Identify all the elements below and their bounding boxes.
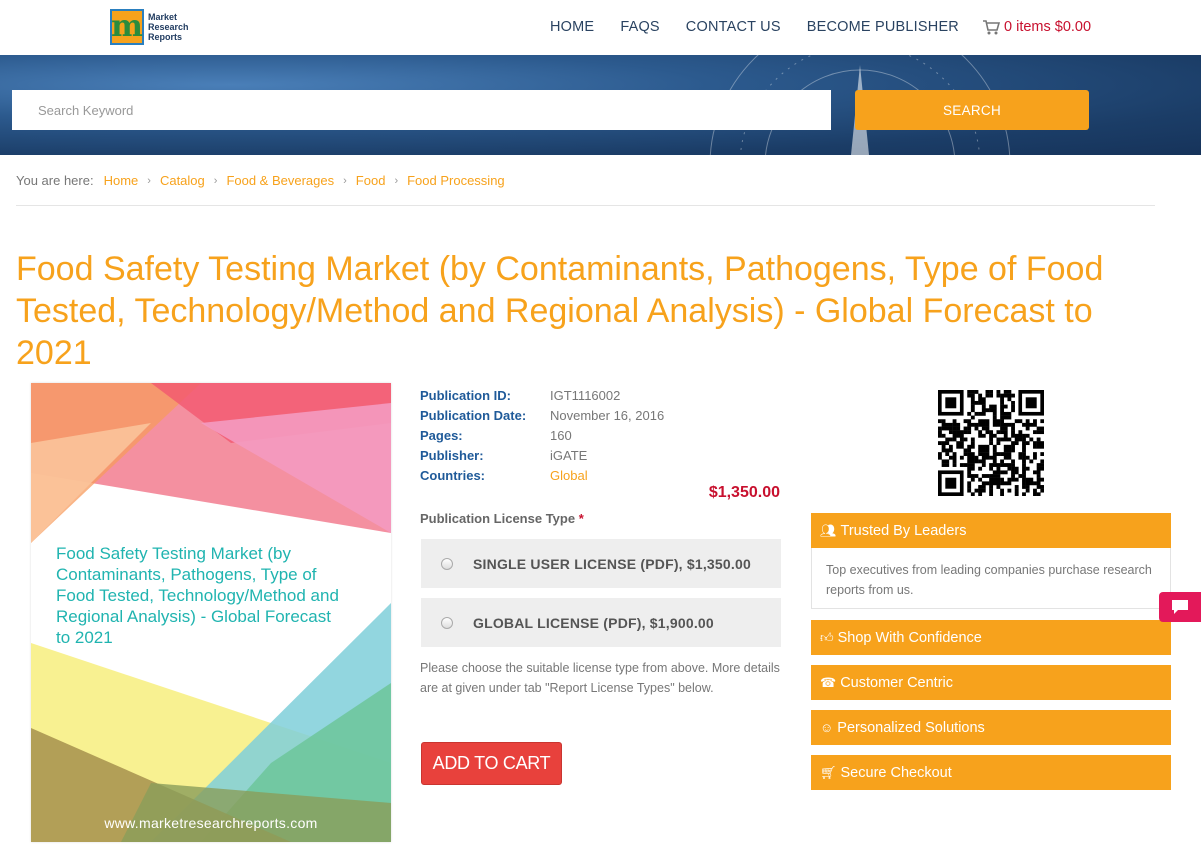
logo-line: Research	[148, 22, 189, 32]
divider	[16, 205, 1155, 206]
customer-centric-header[interactable]: ☎ Customer Centric	[811, 665, 1171, 700]
license-option-global[interactable]: GLOBAL LICENSE (PDF), $1,900.00	[421, 598, 781, 647]
shop-with-confidence-header[interactable]: 👍︎ Shop With Confidence	[811, 620, 1171, 655]
nav-become-publisher[interactable]: BECOME PUBLISHER	[807, 19, 959, 35]
site-header: m Market Research Reports HOME FAQS CONT…	[0, 0, 1201, 55]
trusted-by-leaders-body: Top executives from leading companies pu…	[811, 548, 1171, 609]
nav-faqs[interactable]: FAQS	[620, 19, 659, 35]
meta-row: Countries: Global	[420, 465, 664, 485]
meta-key: Countries:	[420, 467, 485, 483]
meta-value: iGATE	[550, 447, 588, 463]
chevron-right-icon: ›	[343, 174, 347, 187]
meta-key: Publisher:	[420, 447, 484, 463]
personalized-solutions-header[interactable]: ☺ Personalized Solutions	[811, 710, 1171, 745]
personalized-solutions-box: ☺ Personalized Solutions	[811, 710, 1171, 745]
breadcrumb-food-beverages[interactable]: Food & Beverages	[226, 173, 334, 188]
side-title: Personalized Solutions	[837, 719, 985, 736]
search-banner: SEARCH	[0, 55, 1201, 155]
license-option-label: GLOBAL LICENSE (PDF), $1,900.00	[473, 614, 714, 631]
logo-line: Reports	[148, 32, 183, 42]
cover-title: Food Safety Testing Market (by Contamina…	[56, 544, 339, 647]
secure-checkout-header[interactable]: 🛒︎ Secure Checkout	[811, 755, 1171, 790]
logo-text: Market Research Reports	[148, 12, 196, 42]
add-to-cart-button[interactable]: ADD TO CART	[421, 742, 562, 785]
page-title: Food Safety Testing Market (by Contamina…	[16, 250, 1104, 372]
chevron-right-icon: ›	[213, 174, 218, 187]
customer-centric-box: ☎ Customer Centric	[811, 665, 1171, 700]
trusted-by-leaders-header: 👥︎ Trusted By Leaders	[811, 513, 1171, 548]
meta-key: Publication ID:	[420, 387, 511, 403]
publication-meta: Publication ID: IGT1116002 Publication D…	[420, 385, 664, 485]
chevron-right-icon: ›	[394, 174, 399, 187]
license-option-single-user[interactable]: SINGLE USER LICENSE (PDF), $1,350.00	[421, 539, 781, 588]
main-nav: HOME FAQS CONTACT US BECOME PUBLISHER	[550, 19, 985, 35]
chevron-right-icon: ›	[147, 174, 151, 187]
breadcrumb-food[interactable]: Food	[356, 173, 386, 188]
nav-home[interactable]: HOME	[550, 19, 594, 35]
site-logo[interactable]: m Market Research Reports	[110, 9, 196, 45]
nav-contact-us[interactable]: CONTACT US	[686, 19, 781, 35]
license-option-label: SINGLE USER LICENSE (PDF), $1,350.00	[473, 555, 751, 572]
meta-value: 160	[550, 427, 572, 443]
cart-summary: 0 items $0.00	[1004, 19, 1092, 35]
secure-checkout-box: 🛒︎ Secure Checkout	[811, 755, 1171, 790]
meta-value: IGT1116002	[550, 387, 621, 403]
cart-icon: 🛒︎	[820, 764, 837, 780]
license-note: Please choose the suitable license type …	[420, 661, 780, 695]
side-title: Customer Centric	[840, 674, 954, 691]
phone-icon: ☎	[820, 674, 837, 690]
smile-icon: ☺	[820, 720, 834, 735]
side-title: Trusted By Leaders	[840, 522, 967, 539]
meta-row: Publication Date: November 16, 2016	[420, 405, 664, 425]
meta-row: Pages: 160	[420, 425, 664, 445]
meta-row: Publisher: iGATE	[420, 445, 664, 465]
breadcrumb-lead: You are here:	[16, 173, 94, 188]
meta-value: November 16, 2016	[550, 407, 665, 423]
required-mark: *	[578, 511, 584, 526]
price: $1,350.00	[708, 484, 780, 501]
search-button[interactable]: SEARCH	[855, 90, 1089, 130]
side-title: Shop With Confidence	[837, 629, 982, 646]
meta-row: Publication ID: IGT1116002	[420, 385, 664, 405]
qr-code	[938, 390, 1044, 496]
meta-key: Pages:	[420, 427, 463, 443]
logo-line: Market	[148, 12, 178, 22]
header-cart[interactable]: 0 items $0.00	[982, 19, 1091, 35]
chat-bubble-icon	[1172, 600, 1188, 614]
breadcrumb-catalog[interactable]: Catalog	[160, 173, 205, 188]
breadcrumb: You are here: Home › Catalog › Food & Be…	[16, 173, 505, 188]
license-radio[interactable]	[441, 616, 453, 629]
breadcrumb-food-processing[interactable]: Food Processing	[407, 173, 505, 188]
shop-with-confidence-box: 👍︎ Shop With Confidence	[811, 620, 1171, 655]
countries-link[interactable]: Global	[550, 468, 588, 483]
report-cover-image: Food Safety Testing Market (by Contamina…	[31, 383, 391, 842]
logo-mark: m	[110, 9, 144, 45]
license-label-text: Publication License Type	[420, 511, 576, 526]
trusted-by-leaders-box: 👥︎ Trusted By Leaders Top executives fro…	[811, 513, 1171, 609]
license-radio[interactable]	[441, 557, 453, 570]
search-input[interactable]	[12, 90, 831, 130]
cover-url: www.marketresearchreports.com	[104, 815, 318, 831]
side-title: Secure Checkout	[840, 764, 952, 781]
license-type-label: Publication License Type *	[420, 511, 584, 526]
thumbs-up-icon: 👍︎	[820, 629, 834, 645]
users-icon: 👥︎	[820, 522, 837, 538]
chat-widget-button[interactable]	[1159, 592, 1201, 622]
cart-icon	[983, 19, 1000, 34]
breadcrumb-home[interactable]: Home	[104, 173, 139, 188]
meta-key: Publication Date:	[420, 407, 527, 423]
